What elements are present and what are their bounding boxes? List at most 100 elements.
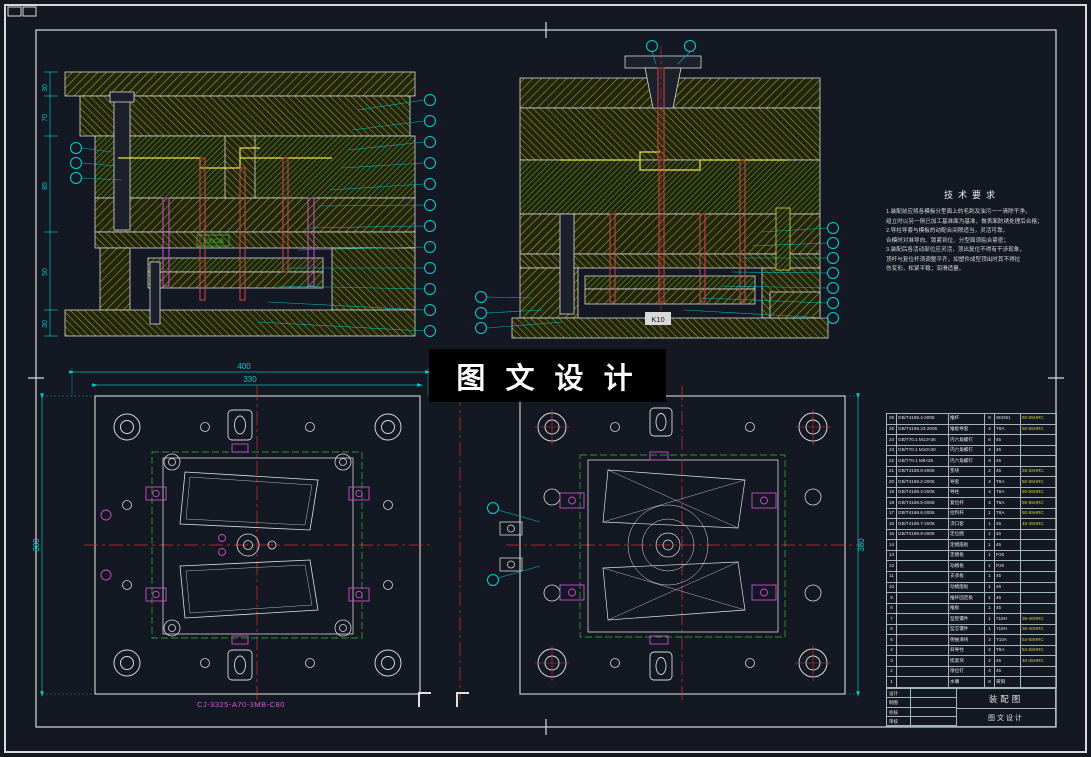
bom-cell-note [1020,455,1057,467]
bom-cell-code: GB/T70.1 M8×25 [896,455,949,467]
bom-cell-qty: 2 [984,655,995,667]
bom-cell-name: 支承板 [948,570,985,583]
mold-plates [511,55,829,339]
bom-cell-code: GB/T4169.23-2006 [896,423,949,436]
bom-cell-code [896,665,949,678]
bom-cell-mat: 黄铜 [994,676,1021,688]
bom-cell-name: 动模板 [948,560,985,572]
bom-cell-mat: T8A [994,497,1021,509]
bom-cell-mat: T8A [994,507,1021,520]
dim-label: 30 [42,84,49,92]
support-pillar [559,213,575,315]
bom-cell-name: 复位杆 [948,497,985,509]
dimension-chain [44,71,58,337]
bom-cell-name: 导柱 [948,486,985,499]
bom-cell-note [1020,444,1057,457]
cavity-block-outline [162,457,354,635]
company-name: 图文设计 [988,714,1024,722]
bom-cell-name: 拉料杆 [948,507,985,520]
bom-cell-no: 14 [886,539,897,551]
tech-requirements-line: 2.导柱导套与模板的动配合间隙适当，灵活可靠， [886,228,1009,234]
bom-cell-name: 定模板 [948,549,985,562]
bom-cell-no: 19 [886,486,897,499]
bom-cell-qty: 4 [984,476,995,488]
k10-tag: K10 [645,312,671,325]
bom-cell-code [896,623,949,636]
bom-cell-qty: 8 [984,413,995,425]
bom-row: 24 GB/T70.1 M12×35 内六角螺钉 6 45 [886,434,1057,446]
bom-cell-mat: 45 [994,655,1021,667]
bom-cell-qty: 1 [984,613,995,625]
bom-cell-qty: 4 [984,486,995,499]
bom-row: 8 推板 1 45 [886,602,1057,615]
title-block-blank [911,716,957,726]
bom-cell-mat: 45 [994,528,1021,541]
dim-label: 50 [42,268,49,276]
bom-cell-note: 36-40HRC [1020,613,1057,625]
bom-cell-no: 11 [886,570,897,583]
bom-cell-no: 24 [886,434,897,446]
bom-table: 26 GB/T4169.4-2006 推杆 8 SKD61 50-55HRC 25 GB/T4… [886,413,1057,688]
bom-cell-qty: 4 [984,423,995,436]
dim-label: 70 [42,114,49,122]
bom-cell-code [896,602,949,615]
dim-label: 85 [42,182,49,190]
tech-requirements-line: 1.装配前应将各模板分型面上的毛刺及油污一一清除干净， [886,209,1031,215]
bom-row: 22 GB/T70.1 M8×25 内六角螺钉 8 45 [886,455,1057,467]
bom-cell-no: 16 [886,518,897,530]
bom-row: 9 推杆固定板 1 45 [886,592,1057,604]
bom-cell-name: 垫块 [948,465,985,478]
bom-cell-note [1020,539,1057,551]
bom-row: 26 GB/T4169.4-2006 推杆 8 SKD61 50-55HRC [886,413,1057,425]
bom-row: 11 支承板 1 45 [886,570,1057,583]
title-block-label: 审核 [887,716,911,726]
bom-cell-code [896,560,949,572]
bom-cell-note: 50-55HRC [1020,486,1057,499]
bom-row: 16 GB/T4169.7-2006 浇口套 1 45 40-45HRC [886,518,1057,530]
bom-cell-mat: 718H [994,613,1021,625]
bom-cell-no: 3 [886,655,897,667]
bom-cell-note [1020,665,1057,678]
bom-cell-name: 内六角螺钉 [948,444,985,457]
bom-cell-mat: 45 [994,602,1021,615]
tech-requirements-line: 合模时对准导向、锁紧到位、分型面须贴合紧密； [886,237,1010,244]
dim-lines [40,368,431,697]
watermark-text: 图 文 设 计 [456,362,639,395]
bom-cell-name: 推板 [948,602,985,615]
bom-cell-mat: 45 [994,444,1021,457]
bom-cell-mat: 45 [994,539,1021,551]
dim-330-label: 330 [243,375,257,384]
side-insert [775,207,791,271]
centerlines [84,386,432,704]
bom-cell-note: 28-32HRC [1020,465,1057,478]
bom-cell-mat: T8A [994,423,1021,436]
bom-cell-name: 推杆 [948,413,985,425]
bom-cell-mat: 718H [994,623,1021,636]
bom-cell-code: GB/T70.1 M10×30 [896,444,949,457]
dim-380-right-label: 380 [857,538,866,552]
bom-cell-code: GB/T70.1 M12×35 [896,434,949,446]
balloon-callouts [487,502,499,586]
bom-cell-qty: 2 [984,465,995,478]
bom-cell-mat: 45 [994,455,1021,467]
bom-cell-code: GB/T4169.8-2006 [896,465,949,478]
bom-row: 14 定模座板 1 45 [886,539,1057,551]
bom-cell-name: 定位圈 [948,528,985,541]
bom-cell-note: 54-58HRC [1020,644,1057,657]
bom-cell-no: 25 [886,423,897,436]
bom-cell-note: 50-55HRC [1020,507,1057,520]
insert-zone-outline [579,454,786,638]
bom-cell-code [896,655,949,667]
tech-requirements-line: 3.装配后各活动部位应灵活，顶出复位不得有干涉现象， [886,247,1025,253]
bom-cell-name: 动模座板 [948,581,985,594]
bom-cell-no: 7 [886,613,897,625]
bom-cell-note [1020,434,1057,446]
bom-row: 4 斜导柱 2 T8A 54-58HRC [886,644,1057,657]
guide-pillar [113,99,131,231]
bom-cell-qty: 1 [984,549,995,562]
tech-requirements-line: 顶杆与复位杆须调整平齐，如塑件成型顶出时其不得拉 [886,256,1021,263]
title-block-blank [911,698,957,708]
bom-row: 17 GB/T4169.6-2006 拉料杆 1 T8A 50-55HRC [886,507,1057,520]
bom-cell-code: GB/T4169.2-2006 [896,476,949,488]
title-block-blank [911,689,957,699]
